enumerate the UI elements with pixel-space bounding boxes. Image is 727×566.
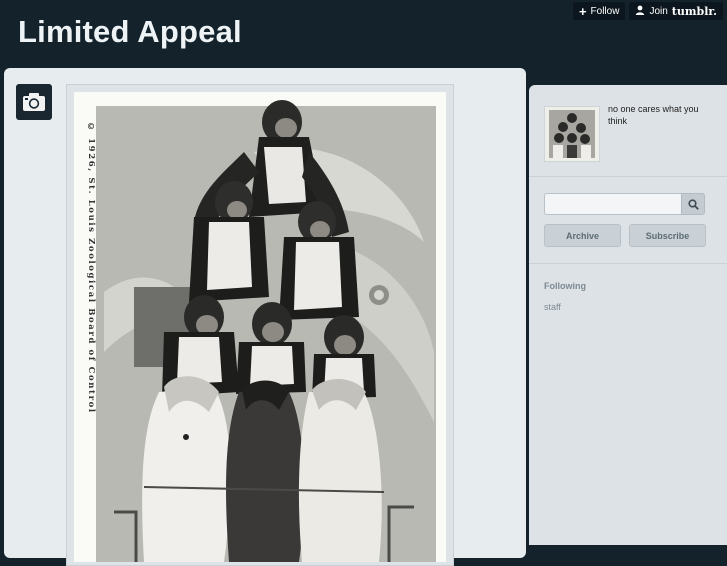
divider bbox=[529, 263, 727, 264]
user-icon bbox=[635, 5, 645, 18]
tumblr-brand: tumblr. bbox=[671, 4, 717, 18]
blog-title[interactable]: Limited Appeal bbox=[18, 14, 242, 50]
main-panel: © 1926, St. Louis Zoological Board of Co… bbox=[4, 68, 526, 566]
following-heading: Following bbox=[544, 281, 586, 291]
following-item-staff[interactable]: staff bbox=[544, 302, 561, 312]
post-photo[interactable]: © 1926, St. Louis Zoological Board of Co… bbox=[74, 92, 446, 562]
profile: no one cares what you think bbox=[544, 104, 724, 166]
post-type-icon[interactable] bbox=[16, 84, 52, 120]
join-tumblr-button[interactable]: Join tumblr. bbox=[629, 2, 723, 20]
photo-caption: © 1926, St. Louis Zoological Board of Co… bbox=[86, 122, 96, 414]
subscribe-button[interactable]: Subscribe bbox=[629, 224, 706, 247]
sidebar: no one cares what you think Archive Subs… bbox=[529, 85, 727, 545]
follow-label: Follow bbox=[590, 5, 620, 17]
camera-icon bbox=[23, 93, 45, 111]
avatar[interactable] bbox=[544, 106, 600, 162]
follow-button[interactable]: + Follow bbox=[572, 2, 626, 20]
plus-icon: + bbox=[578, 3, 587, 19]
blog-description: no one cares what you think bbox=[608, 104, 699, 126]
search-button[interactable] bbox=[681, 193, 705, 215]
join-label: Join bbox=[649, 5, 668, 17]
search-input[interactable] bbox=[544, 193, 681, 215]
tumblr-controls: + Follow Join tumblr. bbox=[572, 2, 723, 20]
photo-frame: © 1926, St. Louis Zoological Board of Co… bbox=[66, 84, 454, 566]
divider bbox=[529, 176, 727, 177]
search-icon bbox=[687, 198, 699, 210]
archive-button[interactable]: Archive bbox=[544, 224, 621, 247]
